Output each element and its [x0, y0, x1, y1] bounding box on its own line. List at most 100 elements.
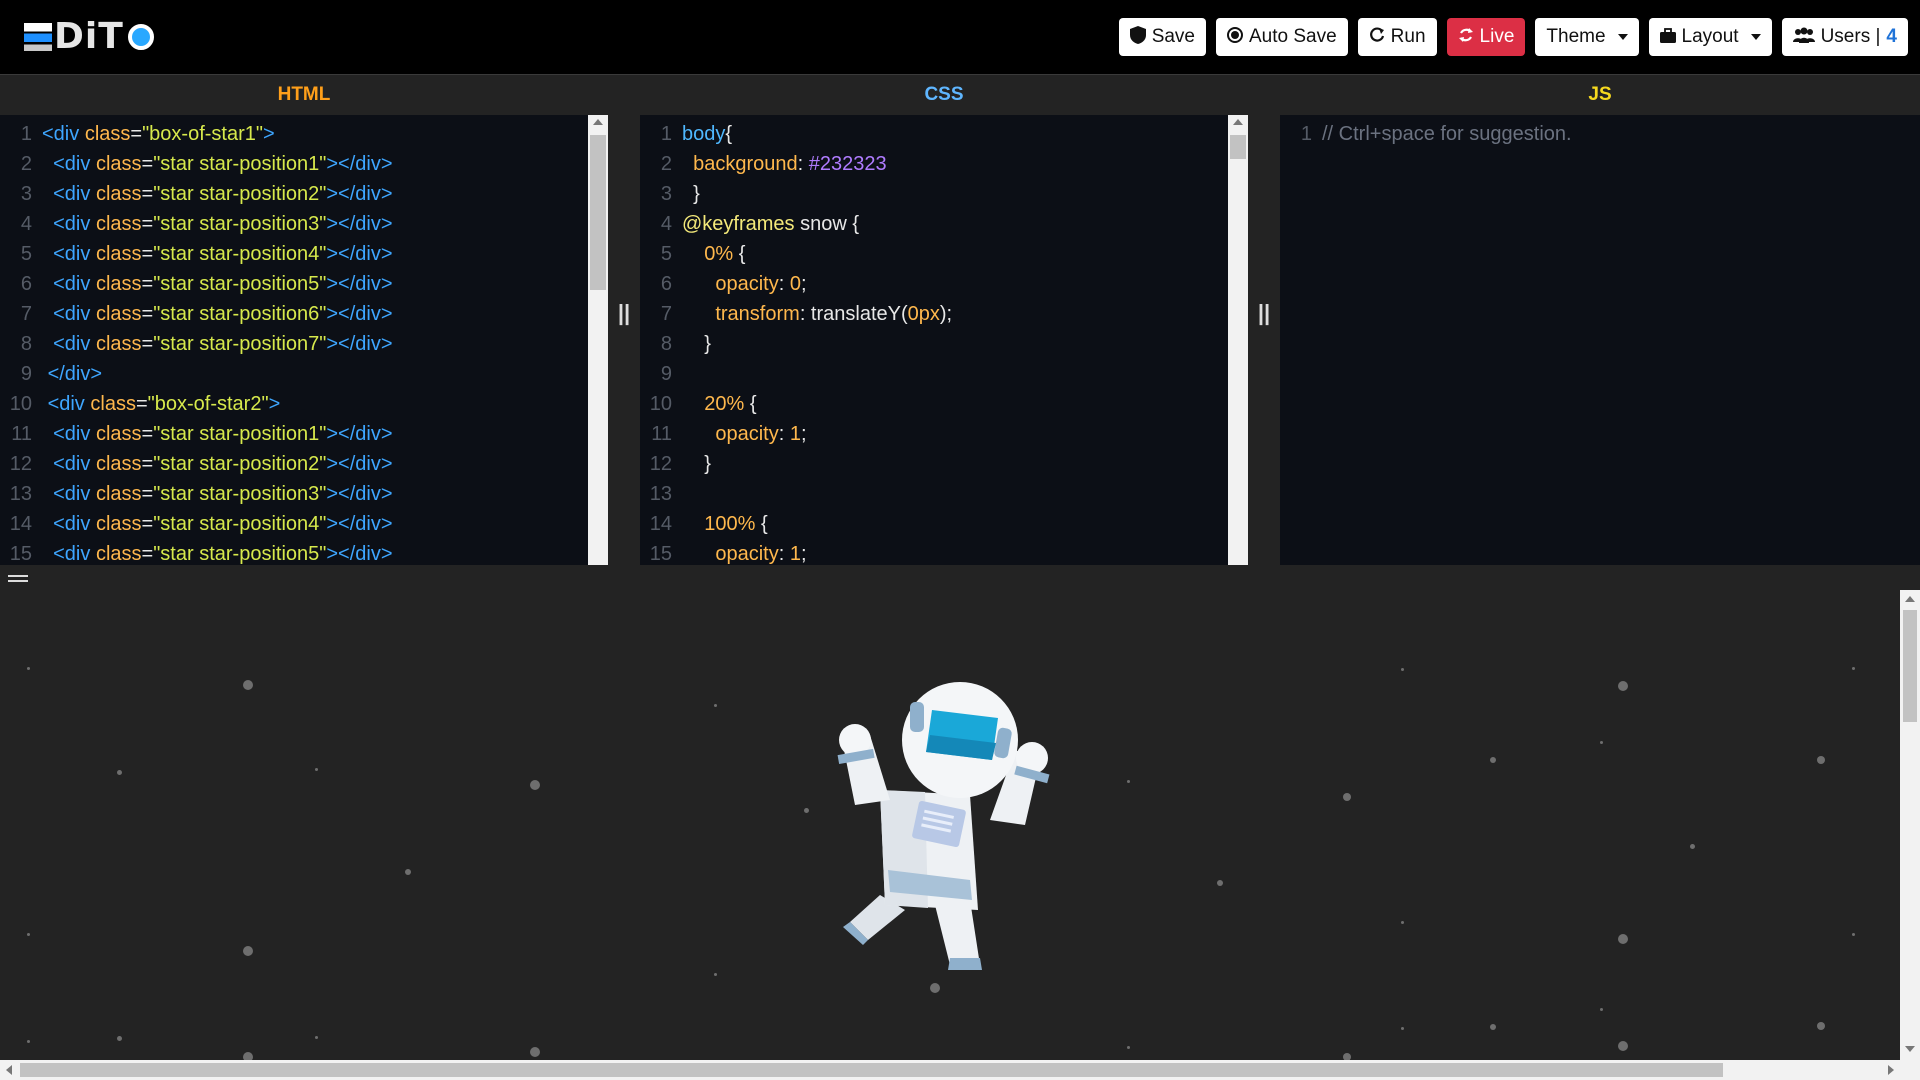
css-token: ; [800, 423, 807, 445]
html-equals: = [135, 393, 148, 415]
star-dot [530, 780, 540, 790]
live-button[interactable]: Live [1446, 18, 1526, 56]
html-tag: ></div> [326, 543, 393, 565]
line-number: 10 [9, 393, 32, 415]
star-dot [1401, 668, 1404, 671]
code-line: 2 background: #232323 [640, 149, 1248, 179]
html-equals: = [141, 243, 154, 265]
split-handle[interactable]: || [617, 300, 631, 325]
html-attribute: class [84, 123, 131, 145]
line-number: 9 [660, 363, 672, 385]
scrollbar-thumb[interactable] [1903, 610, 1917, 722]
star-dot [1490, 757, 1496, 763]
scrollbar-thumb[interactable] [590, 135, 606, 290]
scroll-up-arrow-icon[interactable] [593, 119, 603, 125]
preview-horizontal-scrollbar[interactable] [0, 1060, 1920, 1080]
html-attribute: class [95, 183, 142, 205]
star-dot [1852, 667, 1855, 670]
html-editor-scrollbar[interactable] [588, 115, 608, 565]
auto-save-button[interactable]: Auto Save [1216, 18, 1348, 56]
scroll-right-arrow-icon[interactable] [1888, 1065, 1894, 1075]
html-code-area[interactable]: 1 <div class="box-of-star1"> 2 <div class=… [0, 115, 608, 565]
scroll-up-arrow-icon[interactable] [1905, 596, 1915, 602]
html-tag: ></div> [326, 483, 393, 505]
code-line: 13 <div class="star star-position3"></di… [0, 479, 608, 509]
html-attribute: class [95, 153, 142, 175]
html-attribute: class [95, 243, 142, 265]
star-dot [1127, 1046, 1130, 1049]
css-token: opacity [715, 543, 779, 565]
scroll-down-arrow-icon[interactable] [1905, 1046, 1915, 1052]
layout-dropdown[interactable]: Layout [1648, 18, 1772, 56]
preview-vertical-scrollbar[interactable] [1900, 590, 1920, 1060]
code-line: 13 [640, 479, 1248, 509]
code-line: 3 } [640, 179, 1248, 209]
line-number: 11 [651, 423, 672, 445]
code-line: 10 20% { [640, 389, 1248, 419]
code-line: 4 @keyframes snow { [640, 209, 1248, 239]
star-dot [315, 1036, 318, 1039]
scrollbar-thumb[interactable] [20, 1063, 1723, 1077]
star-dot [315, 768, 318, 771]
line-number: 2 [660, 153, 672, 175]
redo-icon [1369, 27, 1385, 47]
css-token: 1 [789, 423, 801, 445]
html-tag: <div [53, 183, 96, 205]
css-editor-scrollbar[interactable] [1228, 115, 1248, 565]
code-line: 15 opacity: 1; [640, 539, 1248, 565]
css-token: { [744, 393, 757, 415]
css-token: ); [939, 303, 953, 325]
css-token: : [778, 543, 790, 565]
html-equals: = [141, 543, 154, 565]
html-tag: <div [53, 333, 96, 355]
html-equals: = [141, 423, 154, 445]
star-dot [1852, 933, 1855, 936]
html-tag: <div [53, 453, 96, 475]
code-line: 6 opacity: 0; [640, 269, 1248, 299]
css-code-area[interactable]: 1 body{2 background: #232323 3 } 4 @keyframe… [640, 115, 1248, 565]
css-token: { [725, 123, 733, 145]
line-number: 3 [20, 183, 32, 205]
theme-dropdown[interactable]: Theme [1535, 18, 1639, 56]
line-number: 8 [20, 333, 32, 355]
line-number: 13 [9, 483, 32, 505]
line-number: 12 [9, 453, 32, 475]
star-dot [1127, 780, 1130, 783]
css-token: @keyframes [682, 213, 795, 235]
scrollbar-thumb[interactable] [1230, 135, 1246, 159]
css-token: 0 [789, 273, 801, 295]
resize-handle-icon[interactable] [8, 572, 28, 585]
css-token: 20% [704, 393, 745, 415]
users-button[interactable]: Users | 4 [1781, 18, 1908, 56]
js-code-area[interactable]: 1 // Ctrl+space for suggestion. [1280, 115, 1920, 149]
css-token: } [704, 333, 711, 355]
layout-label: Layout [1681, 26, 1739, 47]
css-token: #232323 [808, 153, 887, 175]
css-token: { [755, 513, 768, 535]
split-handle[interactable]: || [1257, 300, 1271, 325]
code-line: 11 opacity: 1; [640, 419, 1248, 449]
line-number: 10 [649, 393, 672, 415]
css-editor[interactable]: 1 body{2 background: #232323 3 } 4 @keyframe… [640, 115, 1248, 565]
html-equals: = [141, 183, 154, 205]
scroll-up-arrow-icon[interactable] [1233, 119, 1243, 125]
live-preview[interactable] [0, 590, 1900, 1060]
js-panel-title: JS [1588, 84, 1612, 105]
save-button[interactable]: Save [1118, 18, 1206, 56]
run-button[interactable]: Run [1357, 18, 1437, 56]
star-dot [1618, 1041, 1628, 1051]
css-token: opacity [715, 273, 779, 295]
css-token: 100% [704, 513, 756, 535]
html-tag: ></div> [326, 513, 393, 535]
line-number: 6 [20, 273, 32, 295]
star-dot [243, 1052, 253, 1060]
css-token: opacity [715, 423, 779, 445]
code-line: 4 <div class="star star-position3"></div… [0, 209, 608, 239]
scroll-left-arrow-icon[interactable] [6, 1065, 12, 1075]
app-logo[interactable]: DiT [24, 16, 154, 57]
html-equals: = [141, 153, 154, 175]
html-string: "star star-position3" [153, 213, 327, 235]
star-dot [117, 770, 122, 775]
html-editor[interactable]: 1 <div class="box-of-star1"> 2 <div class=… [0, 115, 608, 565]
js-editor[interactable]: 1 // Ctrl+space for suggestion. [1280, 115, 1920, 565]
